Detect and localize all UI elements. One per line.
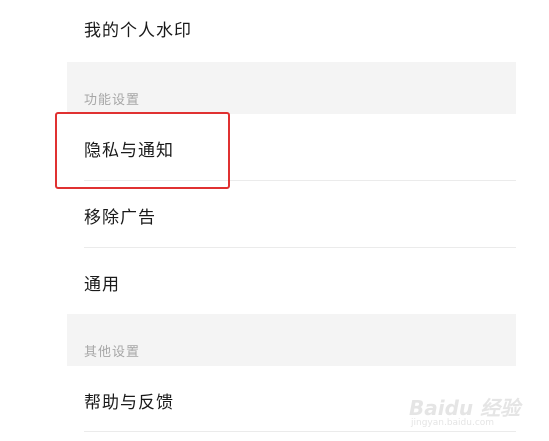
settings-item-general[interactable]: 通用 [67,248,516,314]
watermark-main-text: Baidu 经验 [409,396,521,420]
watermark-sub-text: jingyan.baidu.com [411,418,495,428]
settings-item-personal-watermark[interactable]: 我的个人水印 [67,0,516,62]
section-header-label: 其他设置 [84,345,141,360]
settings-panel: 我的个人水印 功能设置 隐私与通知 移除广告 通用 其他设置 帮助与反馈 [67,0,516,441]
highlight-annotation-box [55,112,230,189]
section-header-label: 功能设置 [84,93,141,108]
settings-screen: 我的个人水印 功能设置 隐私与通知 移除广告 通用 其他设置 帮助与反馈 Bai… [0,0,549,441]
section-header-other-settings: 其他设置 [67,314,516,366]
settings-item-label: 通用 [84,275,120,295]
settings-item-label: 移除广告 [84,208,156,228]
baidu-watermark-logo: Baidu 经验 jingyan.baidu.com [409,392,521,432]
settings-item-remove-ads[interactable]: 移除广告 [67,181,516,248]
settings-item-label: 我的个人水印 [84,21,192,41]
section-header-function-settings: 功能设置 [67,62,516,114]
settings-item-label: 帮助与反馈 [84,393,174,413]
